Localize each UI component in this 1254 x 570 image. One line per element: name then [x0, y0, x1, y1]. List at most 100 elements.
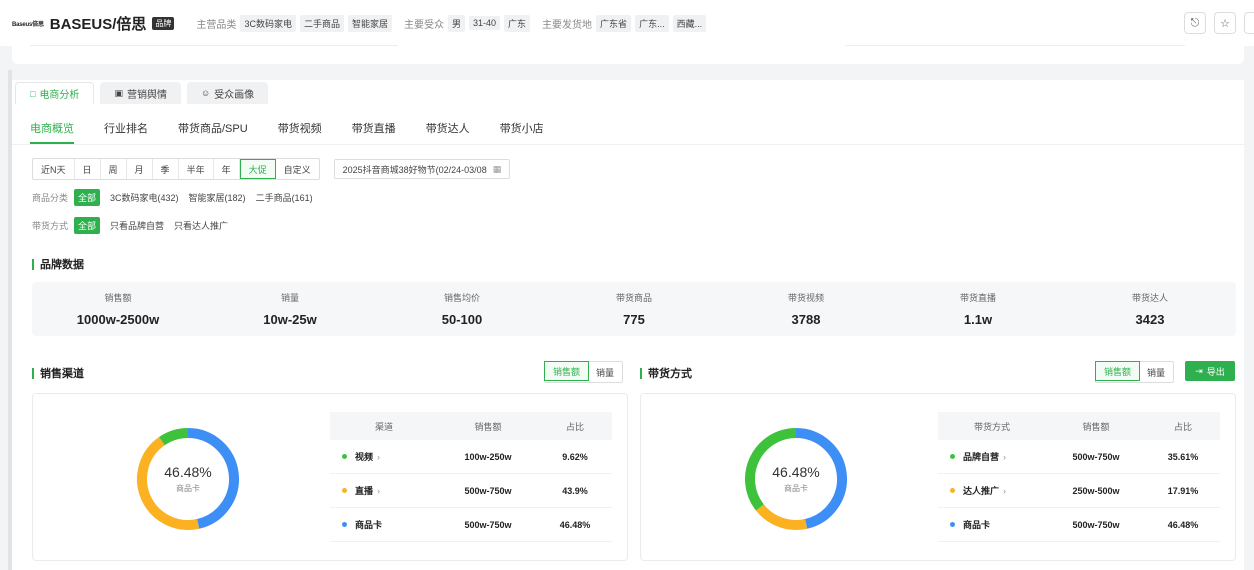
calendar-icon: ▦ [492, 163, 502, 174]
table-row: 达人推广 › 250w-500w 17.91% [938, 474, 1220, 508]
subtab-ranking[interactable]: 行业排名 [104, 120, 148, 144]
metric-item: 销售额 1000w-2500w [32, 282, 204, 336]
row-name-cell: 商品卡 [330, 518, 438, 531]
sub-tabs: 电商概览 行业排名 带货商品/SPU 带货视频 带货直播 带货达人 带货小店 [30, 120, 544, 144]
time-option[interactable]: 周 [101, 159, 127, 179]
filter-all[interactable]: 全部 [74, 189, 101, 206]
metric-item: 销售均价 50-100 [376, 282, 548, 336]
row-sales: 250w-500w [1072, 485, 1120, 496]
time-option[interactable]: 季 [153, 159, 179, 179]
table-row: 品牌自营 › 500w-750w 35.61% [938, 440, 1220, 474]
row-name: 达人推广 [963, 486, 1000, 496]
tab-audience[interactable]: ☺ 受众画像 [186, 82, 269, 104]
audience-tag: 31-40 [469, 16, 501, 30]
star-icon[interactable]: ☆ [1214, 12, 1236, 34]
metric-value: 1000w-2500w [76, 312, 160, 327]
audience-tag: 广东 [504, 14, 531, 32]
time-option[interactable]: 月 [127, 159, 153, 179]
metric-label: 销售额 [104, 293, 132, 303]
time-option[interactable]: 日 [75, 159, 101, 179]
ship-tag: 西藏... [672, 14, 707, 32]
row-name-cell[interactable]: 品牌自营 › [938, 450, 1046, 463]
header-cell: 销售额 [1082, 421, 1110, 432]
metric-label: 带货达人 [1131, 293, 1168, 303]
filter-option[interactable]: 3C数码家电(432) [110, 191, 179, 204]
section-title-text: 销售渠道 [40, 368, 84, 380]
category-tag: 智能家居 [347, 14, 392, 32]
row-name-cell[interactable]: 直播 › [330, 484, 438, 497]
chevron-right-icon: › [1003, 451, 1007, 462]
subtab-videos[interactable]: 带货视频 [278, 120, 322, 144]
doc-icon[interactable] [1244, 12, 1254, 34]
row-name-cell[interactable]: 视频 › [330, 450, 438, 463]
legend-dot [950, 522, 955, 527]
donut-percent: 46.48% [772, 464, 820, 480]
subtab-live[interactable]: 带货直播 [352, 120, 396, 144]
category-tag: 3C数码家电 [240, 14, 296, 32]
row-sales: 100w-250w [464, 451, 512, 462]
user-icon: ☺ [200, 88, 211, 98]
time-option[interactable]: 半年 [179, 159, 214, 179]
row-name-cell: 商品卡 [938, 518, 1046, 531]
toggle-volume[interactable]: 销量 [588, 362, 622, 382]
method-panel: 46.48% 商品卡 带货方式 销售额 占比 品牌自营 › 500w-750w 35.… [640, 393, 1236, 561]
table-row: 视频 › 100w-250w 9.62% [330, 440, 612, 474]
row-sales: 500w-750w [464, 485, 512, 496]
main-content: □ 电商分析 ▣ 营销舆情 ☺ 受众画像 电商概览 行业排名 带货商品/SPU … [12, 80, 1244, 570]
time-segment: 近N天 日 周 月 季 半年 年 大促 自定义 [32, 158, 320, 180]
filter-all[interactable]: 全部 [74, 217, 101, 234]
donut-center: 46.48% 商品卡 [133, 424, 243, 534]
legend-dot [342, 488, 347, 493]
row-sales: 500w-750w [1072, 519, 1120, 530]
time-option-active[interactable]: 大促 [239, 159, 276, 179]
title-bar [32, 258, 34, 270]
export-button[interactable]: ⇥ 导出 [1185, 361, 1235, 381]
filter-option[interactable]: 二手商品(161) [256, 191, 313, 204]
chat-icon: ▣ [114, 87, 123, 98]
subtab-shops[interactable]: 带货小店 [500, 120, 544, 144]
row-name: 品牌自营 [963, 452, 1000, 462]
row-percent: 17.91% [1167, 485, 1199, 496]
chevron-right-icon: › [377, 451, 381, 462]
filter-option[interactable]: 只看达人推广 [174, 219, 228, 232]
metric-item: 带货直播 1.1w [892, 282, 1064, 336]
time-option[interactable]: 年 [214, 159, 240, 179]
title-bar [640, 367, 642, 379]
toggle-sales[interactable]: 销售额 [1095, 361, 1141, 381]
metric-item: 销量 10w-25w [204, 282, 376, 336]
brand-data-title: 品牌数据 [32, 256, 84, 272]
method-metric-toggle: 销售额 销量 [1095, 361, 1175, 383]
divider [845, 45, 1185, 46]
legend-dot [342, 522, 347, 527]
divider [30, 45, 398, 46]
metric-item: 带货达人 3423 [1064, 282, 1236, 336]
subtab-overview[interactable]: 电商概览 [30, 120, 74, 144]
row-name-cell[interactable]: 达人推广 › [938, 484, 1046, 497]
legend-dot [342, 454, 347, 459]
chevron-right-icon: › [377, 485, 381, 496]
tab-label: 营销舆情 [126, 89, 167, 101]
refresh-icon[interactable]: ⎋ [1184, 12, 1206, 34]
tab-ecommerce[interactable]: □ 电商分析 [15, 82, 95, 104]
row-name: 视频 [355, 452, 374, 462]
header-cell: 占比 [565, 421, 584, 432]
row-sales: 500w-750w [1072, 451, 1120, 462]
toggle-volume[interactable]: 销量 [1139, 362, 1173, 382]
title-bar [32, 367, 34, 379]
row-sales: 500w-750w [464, 519, 512, 530]
table-row: 商品卡 500w-750w 46.48% [938, 508, 1220, 542]
subtab-products[interactable]: 带货商品/SPU [178, 120, 248, 144]
method-table: 带货方式 销售额 占比 品牌自营 › 500w-750w 35.61% 达人推广 › 250… [938, 412, 1220, 542]
tab-marketing[interactable]: ▣ 营销舆情 [100, 82, 181, 104]
date-range-select[interactable]: 2025抖音商城38好物节(02/24-03/08 ▦ [333, 159, 511, 179]
filter-option[interactable]: 智能家居(182) [189, 191, 246, 204]
subtab-influencers[interactable]: 带货达人 [426, 120, 470, 144]
time-option[interactable]: 近N天 [33, 159, 75, 179]
metric-value: 775 [623, 312, 645, 327]
chevron-right-icon: › [1003, 485, 1007, 496]
donut-label: 商品卡 [784, 484, 808, 493]
time-option[interactable]: 自定义 [276, 159, 319, 179]
section-title-text: 带货方式 [648, 368, 692, 380]
filter-option[interactable]: 只看品牌自营 [110, 219, 164, 232]
toggle-sales[interactable]: 销售额 [544, 361, 590, 381]
